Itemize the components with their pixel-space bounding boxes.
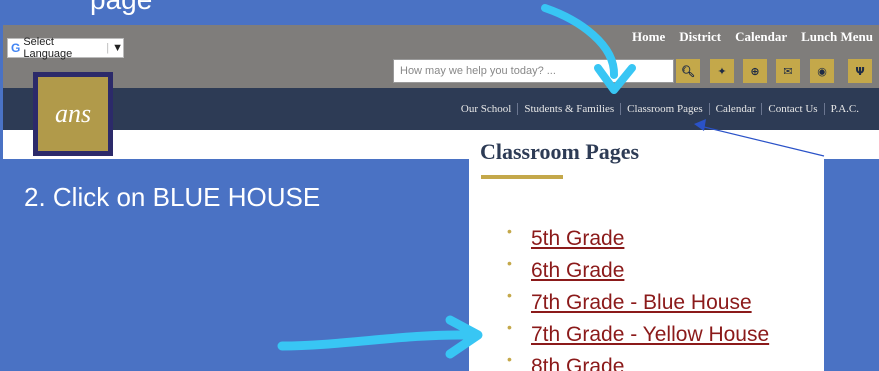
nav-lunch-menu[interactable]: Lunch Menu: [801, 29, 873, 45]
main-nav: Our School Students & Families Classroom…: [455, 103, 865, 115]
nav-classroom-pages[interactable]: Classroom Pages: [620, 103, 708, 115]
link-8th-grade[interactable]: 8th Grade: [507, 343, 769, 371]
nav-calendar-main[interactable]: Calendar: [708, 103, 762, 115]
link-7th-grade-yellow-house[interactable]: 7th Grade - Yellow House: [507, 311, 769, 351]
nav-district[interactable]: District: [679, 29, 721, 45]
link-7th-grade-blue-house[interactable]: 7th Grade - Blue House: [507, 279, 769, 319]
link-6th-grade[interactable]: 6th Grade: [507, 247, 769, 287]
top-bar: G Select Language | ▼ Home District Cale…: [3, 25, 879, 88]
lifebuoy-icon[interactable]: ⊕: [743, 59, 767, 83]
search-input[interactable]: How may we help you today? ...: [393, 59, 674, 83]
payment-icon[interactable]: ◉: [810, 59, 834, 83]
language-selector[interactable]: G Select Language | ▼: [7, 36, 124, 60]
chevron-down-icon: ▼: [112, 42, 123, 54]
mail-icon[interactable]: ✉: [776, 59, 800, 83]
nav-calendar[interactable]: Calendar: [735, 29, 787, 45]
cyan-arrow-bottom: [277, 330, 470, 351]
utensils-icon[interactable]: Ψ: [848, 59, 872, 83]
google-icon: G: [11, 41, 21, 55]
classroom-pages-panel: Classroom Pages 5th Grade 6th Grade 7th …: [469, 131, 824, 371]
school-logo[interactable]: ans: [33, 72, 113, 156]
slide-top-text: page: [0, 0, 879, 25]
main-nav-bar: Our School Students & Families Classroom…: [3, 88, 879, 130]
instruction-text: 2. Click on BLUE HOUSE: [24, 182, 321, 212]
nav-home[interactable]: Home: [632, 29, 665, 45]
grade-link-list: 5th Grade 6th Grade 7th Grade - Blue Hou…: [507, 215, 769, 371]
page-title: Classroom Pages: [480, 139, 640, 164]
nav-students-families[interactable]: Students & Families: [517, 103, 620, 115]
nav-contact-us[interactable]: Contact Us: [761, 103, 823, 115]
twitter-icon[interactable]: ✦: [710, 59, 734, 83]
nav-pac[interactable]: P.A.C.: [823, 103, 865, 115]
top-nav: Home District Calendar Lunch Menu: [632, 29, 873, 45]
title-underline: [481, 175, 563, 179]
search-icon[interactable]: 🔍︎: [676, 59, 700, 83]
nav-our-school[interactable]: Our School: [455, 103, 517, 115]
link-5th-grade[interactable]: 5th Grade: [507, 215, 769, 255]
